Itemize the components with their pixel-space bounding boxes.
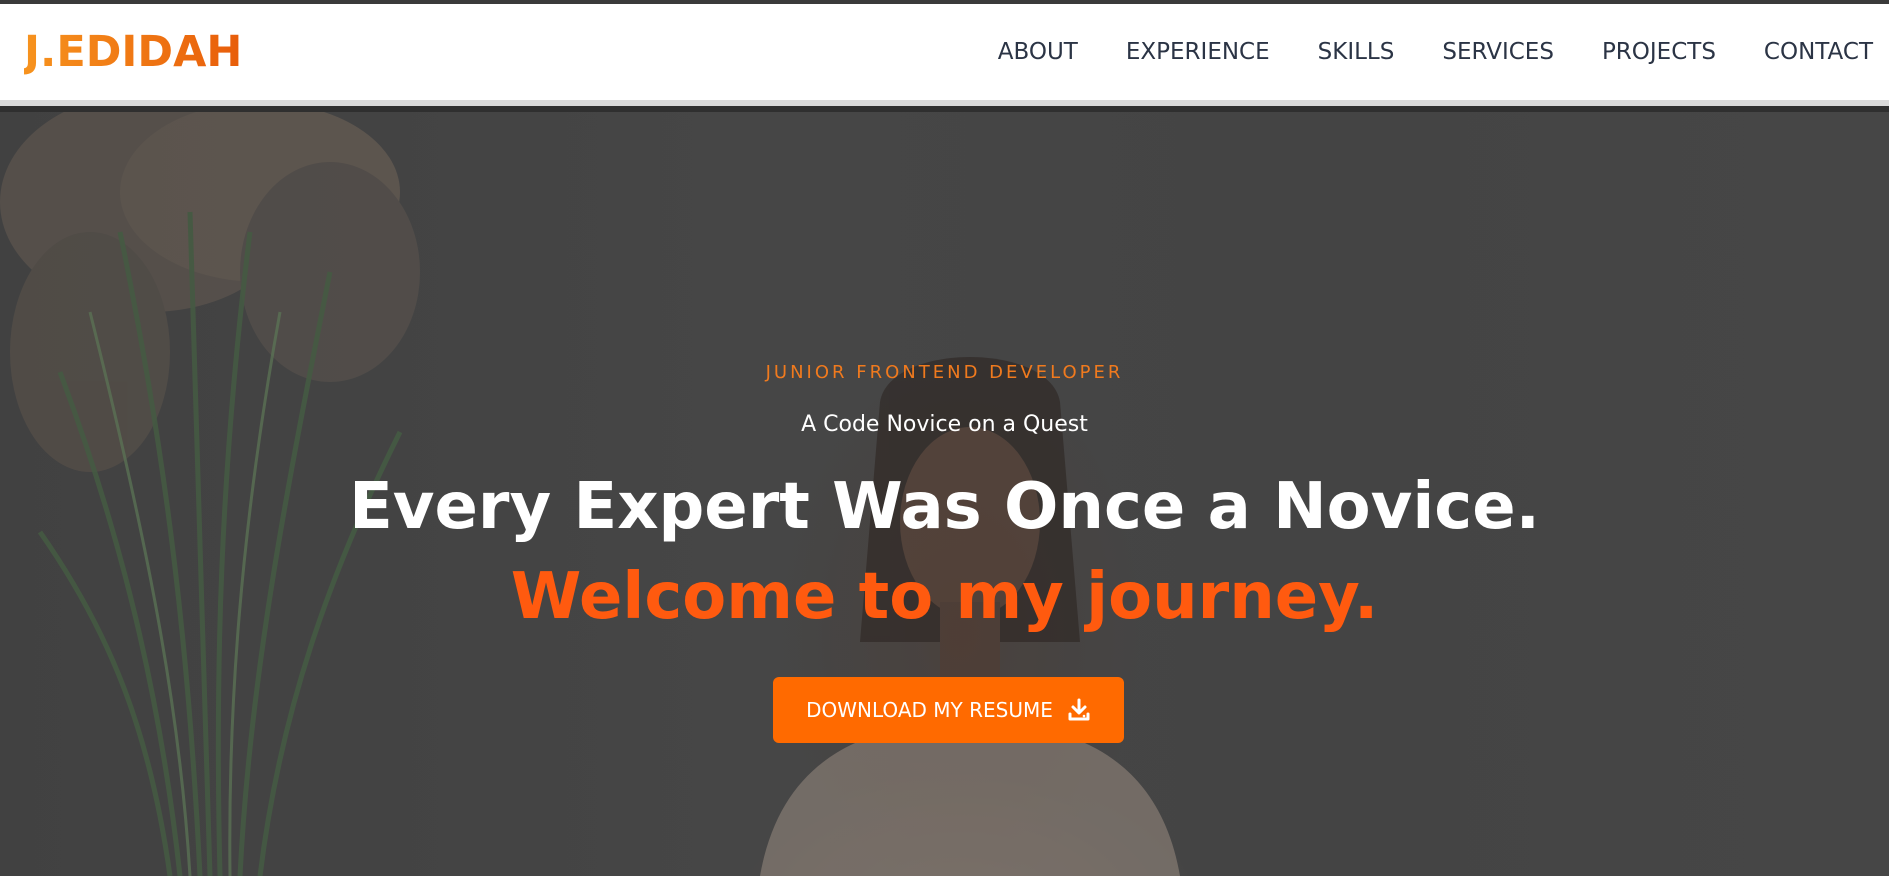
- hero-section: JUNIOR FRONTEND DEVELOPER A Code Novice …: [0, 112, 1889, 876]
- hero-headline: Every Expert Was Once a Novice.: [349, 470, 1540, 544]
- nav-link-experience[interactable]: EXPERIENCE: [1126, 39, 1270, 65]
- hero-tagline: A Code Novice on a Quest: [801, 412, 1088, 437]
- download-resume-button[interactable]: DOWNLOAD MY RESUME: [773, 677, 1124, 743]
- download-icon: [1068, 698, 1090, 721]
- hero-subheadline: Welcome to my journey.: [510, 560, 1379, 634]
- nav-link-contact[interactable]: CONTACT: [1764, 39, 1873, 65]
- nav-link-about[interactable]: ABOUT: [998, 39, 1078, 65]
- download-resume-label: DOWNLOAD MY RESUME: [806, 698, 1053, 722]
- nav-link-services[interactable]: SERVICES: [1442, 39, 1554, 65]
- hero-kicker: JUNIOR FRONTEND DEVELOPER: [765, 362, 1124, 383]
- site-logo[interactable]: J.EDIDAH: [24, 27, 242, 77]
- nav-link-skills[interactable]: SKILLS: [1318, 39, 1395, 65]
- nav-links: ABOUT EXPERIENCE SKILLS SERVICES PROJECT…: [998, 39, 1873, 65]
- nav-link-projects[interactable]: PROJECTS: [1602, 39, 1716, 65]
- hero-content: JUNIOR FRONTEND DEVELOPER A Code Novice …: [0, 112, 1889, 876]
- navbar: J.EDIDAH ABOUT EXPERIENCE SKILLS SERVICE…: [0, 4, 1889, 106]
